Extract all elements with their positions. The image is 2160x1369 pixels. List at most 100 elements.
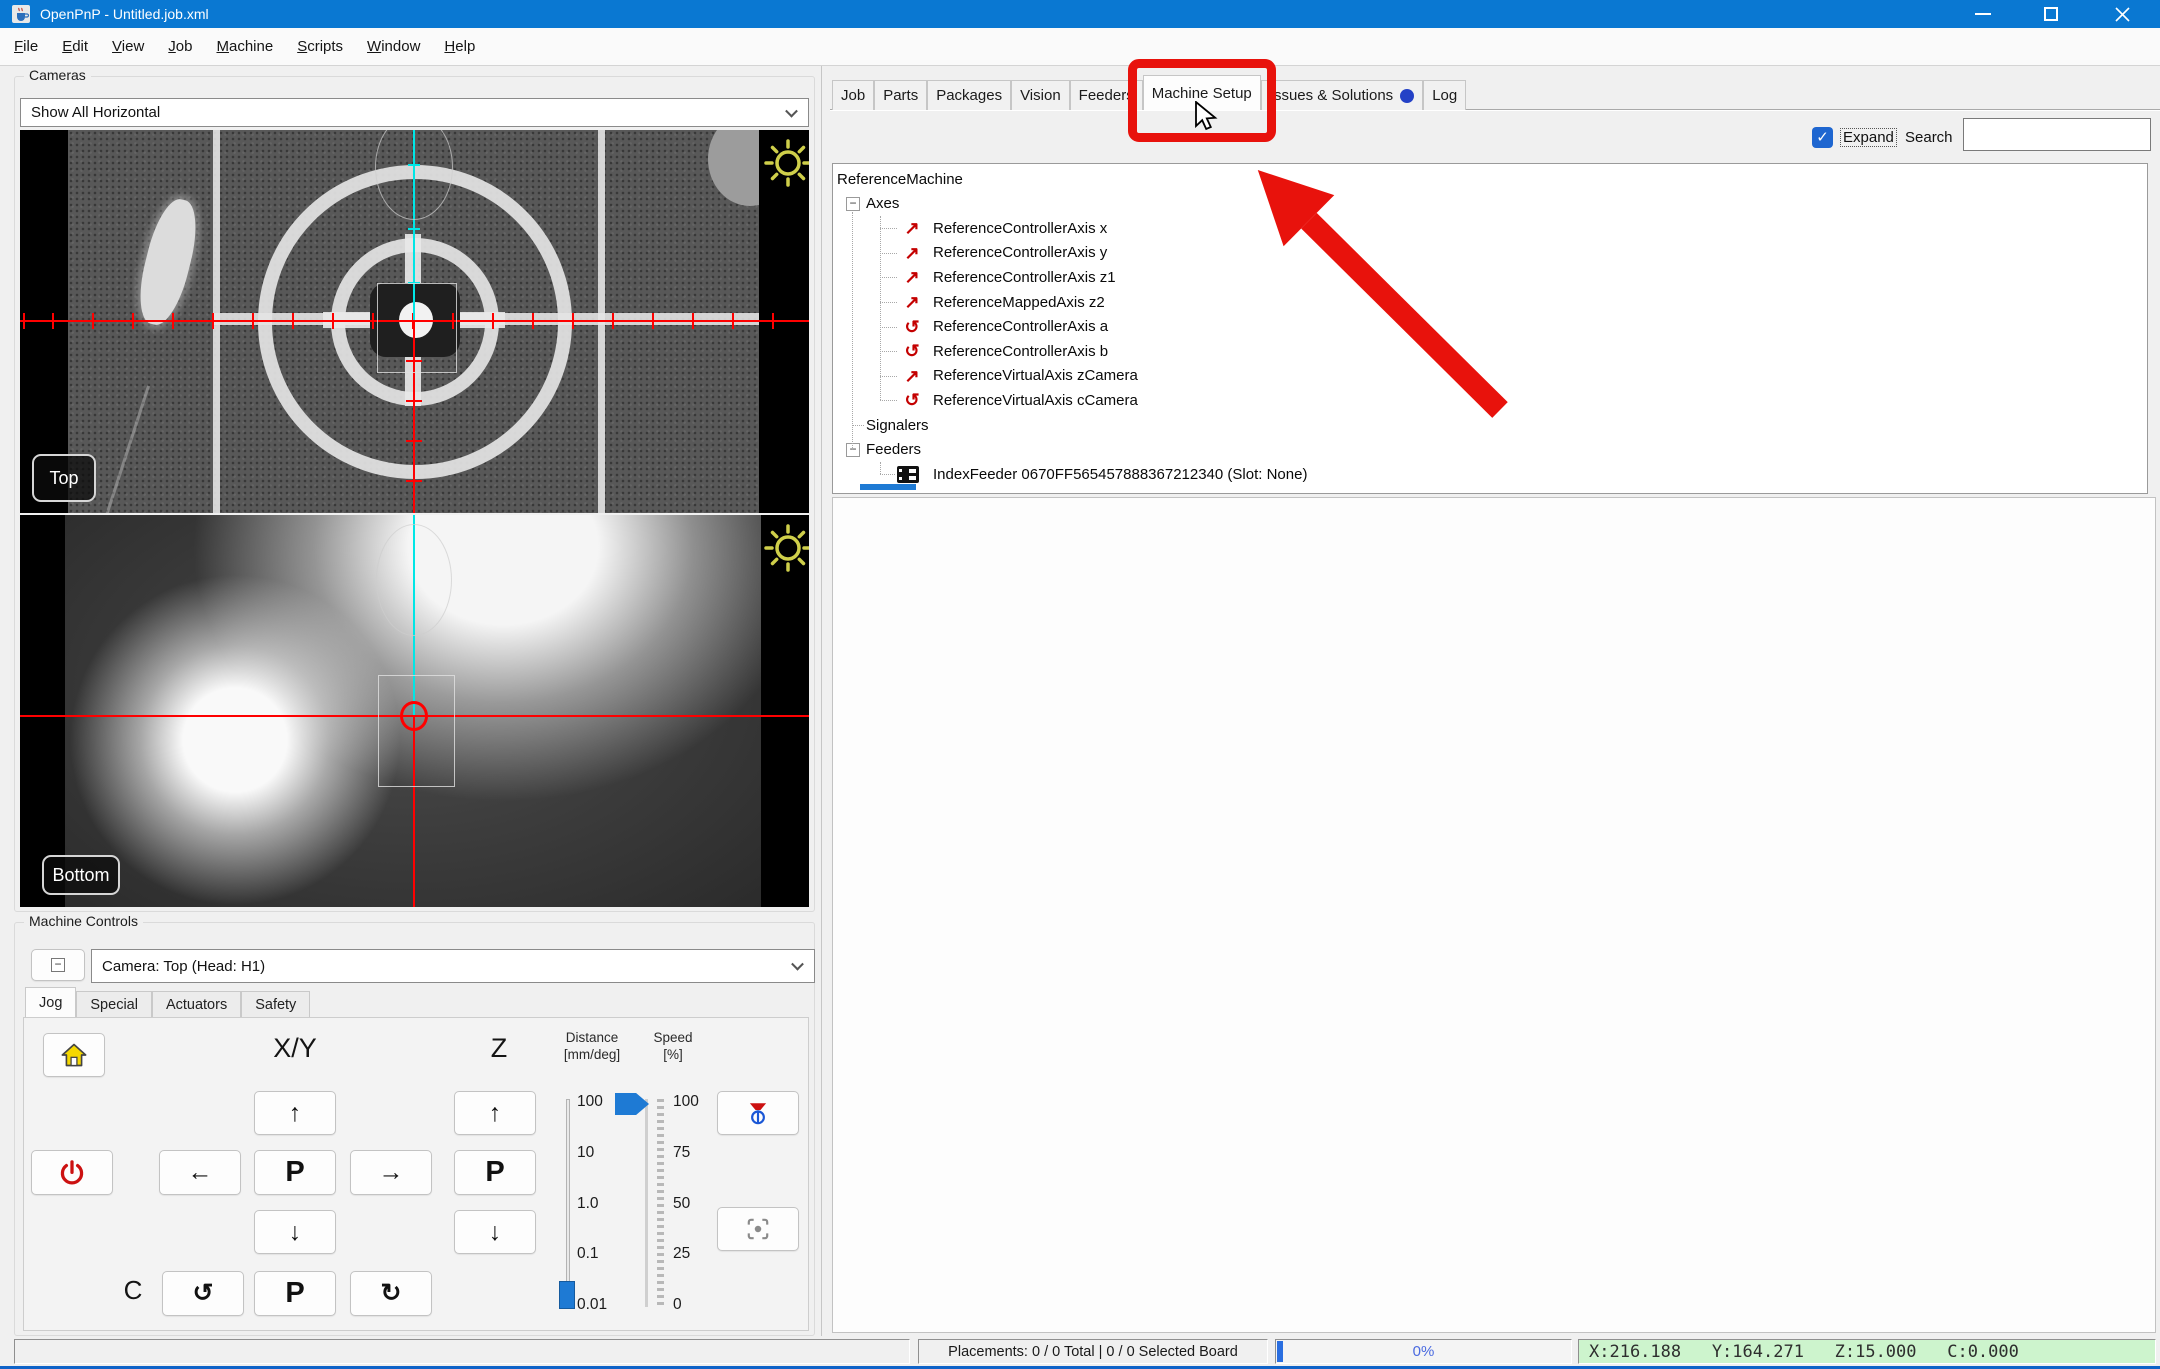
- menu-item-scripts[interactable]: Scripts: [285, 31, 355, 62]
- jog-z-minus-button[interactable]: ↓: [454, 1210, 536, 1254]
- tree-node[interactable]: ↺ReferenceControllerAxis a: [833, 315, 2147, 339]
- window-title: OpenPnP - Untitled.job.xml: [40, 6, 209, 22]
- camera-view-top[interactable]: Top: [20, 130, 809, 513]
- reticle-rect: [378, 675, 455, 787]
- tab-parts[interactable]: Parts: [874, 80, 927, 110]
- expand-checkbox-label[interactable]: Expand: [1840, 128, 1897, 147]
- jog-y-minus-button[interactable]: ↓: [254, 1210, 336, 1254]
- tree-node[interactable]: ↗ReferenceVirtualAxis zCamera: [833, 364, 2147, 388]
- distance-tick-labels: 100101.00.10.01: [577, 1093, 637, 1323]
- tree-guide: [852, 425, 864, 426]
- tree-node-label: IndexFeeder 0670FF565457888367212340 (Sl…: [933, 466, 1307, 483]
- tab-job[interactable]: Job: [832, 80, 874, 110]
- tab-packages[interactable]: Packages: [927, 80, 1011, 110]
- park-xy-button[interactable]: P: [254, 1150, 336, 1195]
- distance-slider-thumb[interactable]: [559, 1281, 575, 1309]
- tree-expander-icon[interactable]: −: [846, 443, 860, 457]
- job-progress-bar: 0%: [1275, 1339, 1572, 1364]
- check-icon: ✓: [1816, 129, 1829, 146]
- tab-log[interactable]: Log: [1423, 80, 1466, 110]
- app-icon: [12, 5, 30, 23]
- jog-c-cw-button[interactable]: ↻: [350, 1271, 432, 1316]
- speed-slider[interactable]: [645, 1099, 648, 1307]
- park-nozzle-icon: [745, 1100, 771, 1126]
- tree-node[interactable]: ↺ReferenceVirtualAxis cCamera: [833, 388, 2147, 412]
- tree-node[interactable]: ↗ReferenceMappedAxis z2: [833, 290, 2147, 314]
- distance-tick-label: 1.0: [577, 1195, 599, 1215]
- tree-guide: [852, 212, 853, 450]
- tree-node[interactable]: ↗ReferenceControllerAxis z1: [833, 265, 2147, 289]
- progress-label: 0%: [1413, 1343, 1435, 1360]
- home-button[interactable]: [43, 1033, 105, 1077]
- power-button[interactable]: [31, 1150, 113, 1195]
- tab-issues-solutions[interactable]: Issues & Solutions: [1261, 80, 1423, 110]
- jog-x-plus-button[interactable]: →: [350, 1150, 432, 1195]
- menu-item-job[interactable]: Job: [156, 31, 204, 62]
- tab-label: Log: [1432, 87, 1457, 104]
- camera-view-bottom[interactable]: Bottom: [20, 515, 809, 907]
- camera-position-button[interactable]: [717, 1207, 799, 1251]
- park-c-button[interactable]: P: [254, 1271, 336, 1316]
- tab-vision[interactable]: Vision: [1011, 80, 1070, 110]
- speed-tick-label: 25: [673, 1245, 690, 1265]
- collapse-controls-button[interactable]: −: [31, 949, 85, 981]
- tree-expander-icon[interactable]: −: [846, 197, 860, 211]
- tree-node-label: Axes: [866, 195, 899, 212]
- menu-item-edit[interactable]: Edit: [50, 31, 100, 62]
- machine-controls-label: Machine Controls: [24, 913, 143, 929]
- park-z-button[interactable]: P: [454, 1150, 536, 1195]
- tree-node[interactable]: IndexFeeder 0670FF565457888367212340 (Sl…: [833, 462, 2147, 486]
- tree-node[interactable]: ↗ReferenceControllerAxis x: [833, 216, 2147, 240]
- brightness-icon[interactable]: [764, 524, 809, 572]
- menu-item-window[interactable]: Window: [355, 31, 432, 62]
- mc-tab-special[interactable]: Special: [76, 991, 152, 1017]
- reticle-ellipse: [376, 524, 452, 636]
- close-button[interactable]: [2085, 0, 2160, 28]
- search-input[interactable]: [1963, 118, 2151, 151]
- tree-node[interactable]: −Axes: [833, 192, 2147, 216]
- tab-label: Feeders: [1079, 87, 1134, 104]
- tree-node[interactable]: ↺ReferenceControllerAxis b: [833, 339, 2147, 363]
- tree-guide: [880, 327, 897, 328]
- jog-target-selector[interactable]: Camera: Top (Head: H1): [91, 949, 815, 983]
- tree-node-label: Feeders: [866, 441, 921, 458]
- menu-item-view[interactable]: View: [100, 31, 156, 62]
- mc-tab-safety[interactable]: Safety: [241, 991, 310, 1017]
- mc-tab-actuators[interactable]: Actuators: [152, 991, 241, 1017]
- rotary-axis-icon: ↺: [899, 391, 925, 409]
- brightness-icon[interactable]: [764, 139, 809, 187]
- speed-slider-ticks: [657, 1099, 664, 1307]
- collapse-icon: −: [51, 958, 65, 972]
- machine-controls-tabs: JogSpecialActuatorsSafety: [25, 987, 625, 1017]
- xy-label: X/Y: [255, 1033, 335, 1064]
- close-icon: [2114, 6, 2131, 23]
- maximize-button[interactable]: [2016, 0, 2085, 28]
- tree-node[interactable]: ↗ReferenceControllerAxis y: [833, 241, 2147, 265]
- menu-item-file[interactable]: File: [2, 31, 50, 62]
- tree-node-label: Signalers: [866, 417, 929, 434]
- menu-item-machine[interactable]: Machine: [204, 31, 285, 62]
- distance-slider[interactable]: [566, 1099, 570, 1307]
- jog-z-plus-button[interactable]: ↑: [454, 1091, 536, 1135]
- panel-divider[interactable]: [821, 66, 822, 1338]
- mc-tab-jog[interactable]: Jog: [25, 987, 76, 1017]
- jog-x-minus-button[interactable]: ←: [159, 1150, 241, 1195]
- expand-checkbox[interactable]: ✓: [1812, 127, 1833, 148]
- openpnp-window: OpenPnP - Untitled.job.xml FileEditViewJ…: [0, 0, 2160, 1369]
- tree-node[interactable]: Signalers: [833, 413, 2147, 437]
- progress-fill: [1277, 1341, 1283, 1362]
- machine-setup-detail-panel: [832, 497, 2156, 1333]
- tree-node[interactable]: ReferenceMachine: [833, 167, 2147, 191]
- distance-tick-label: 0.1: [577, 1245, 599, 1265]
- home-icon: [60, 1042, 88, 1068]
- tree-node[interactable]: −Feeders: [833, 438, 2147, 462]
- jog-c-ccw-button[interactable]: ↺: [162, 1271, 244, 1316]
- tree-node-label: ReferenceControllerAxis b: [933, 343, 1108, 360]
- camera-view-selector[interactable]: Show All Horizontal: [20, 98, 809, 127]
- minimize-button[interactable]: [1950, 0, 2016, 28]
- park-nozzle-button[interactable]: [717, 1091, 799, 1135]
- menu-item-help[interactable]: Help: [432, 31, 487, 62]
- jog-y-plus-button[interactable]: ↑: [254, 1091, 336, 1135]
- tree-guide: [880, 277, 897, 278]
- tree-node-label: ReferenceMappedAxis z2: [933, 294, 1105, 311]
